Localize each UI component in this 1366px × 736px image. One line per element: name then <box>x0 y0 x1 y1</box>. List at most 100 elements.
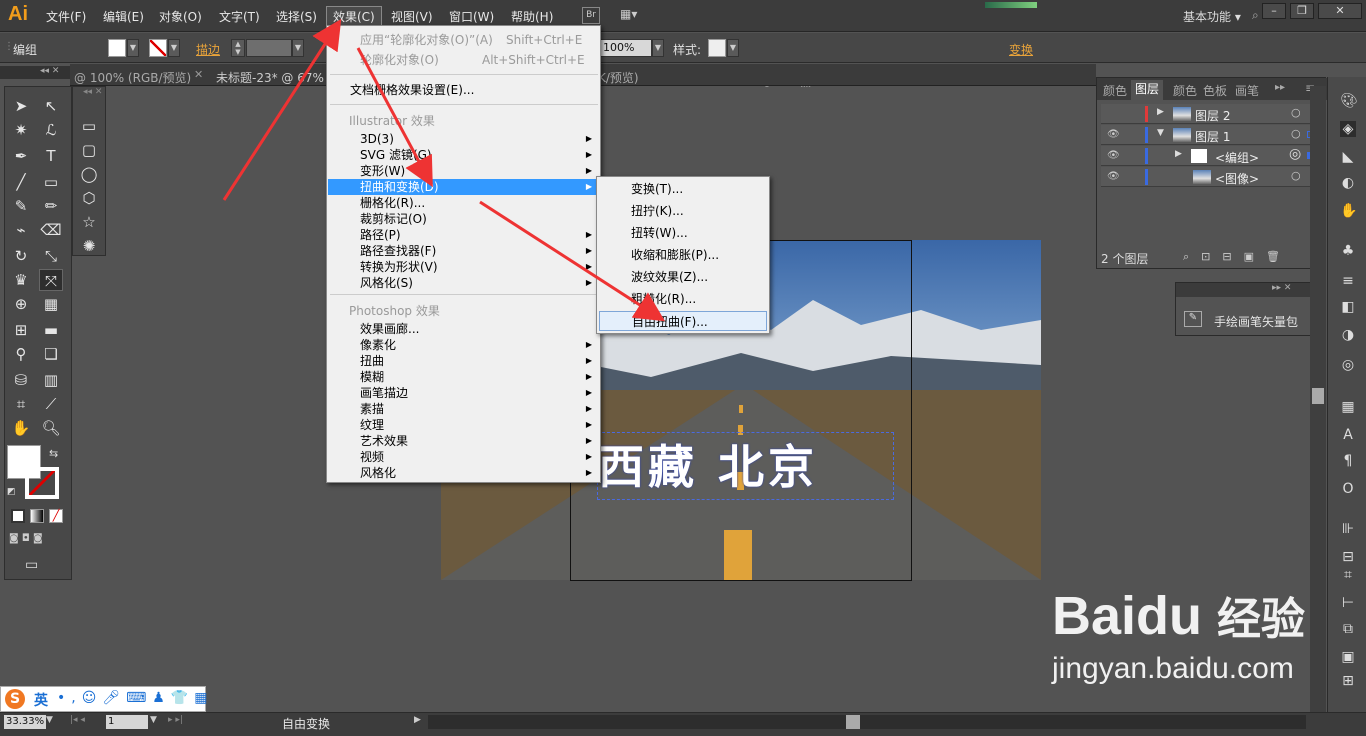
submenu-item-roughen[interactable]: 粗糙化(R)... <box>599 289 767 309</box>
menu-item-convert-to-shape[interactable]: 转换为形状(V) ▶ <box>328 259 600 275</box>
gradient-tool-icon[interactable]: ▬ <box>39 319 63 341</box>
menu-edit[interactable]: 编辑(E) <box>103 8 144 25</box>
zoom-dropdown-icon[interactable]: ▼ <box>46 715 53 725</box>
shape-builder-tool-icon[interactable]: ⊕ <box>9 293 33 315</box>
navigator-dock-icon[interactable]: ▣ <box>1340 649 1356 665</box>
opacity-dropdown-icon[interactable]: ▼ <box>652 39 664 57</box>
swap-colors-icon[interactable]: ⇆ <box>49 447 58 460</box>
menu-item-brush-strokes[interactable]: 画笔描边 ▶ <box>328 385 600 401</box>
group-row[interactable]: 👁︎ ▶ <编组> ◎ <box>1101 146 1323 166</box>
layers-footer-buttons[interactable]: ⌕⊡⊟▣🗑︎ <box>1183 250 1292 264</box>
star-icon[interactable]: ☆ <box>77 211 101 233</box>
direct-selection-tool-icon[interactable]: ↖ <box>39 95 63 117</box>
visibility-eye-icon[interactable]: 👁︎ <box>1107 150 1120 161</box>
menu-effect[interactable]: 效果(C) <box>326 6 382 27</box>
target-selected-icon[interactable]: ◎ <box>1289 146 1301 162</box>
symbols-dock-icon[interactable]: ♣ <box>1340 243 1356 259</box>
tab-swatches[interactable]: 色板 <box>1203 82 1227 99</box>
color-dock-icon[interactable]: ◎ <box>1340 357 1356 373</box>
search-icon[interactable]: ⌕ <box>1252 8 1259 23</box>
menu-file[interactable]: 文件(F) <box>46 8 86 25</box>
paragraph-dock-icon[interactable]: ¶ <box>1340 453 1356 469</box>
column-graph-tool-icon[interactable]: ▥ <box>39 369 63 391</box>
menu-type[interactable]: 文字(T) <box>219 8 260 25</box>
swatches-dock-icon[interactable]: ▦ <box>1340 399 1356 415</box>
menu-item-artistic[interactable]: 艺术效果 ▶ <box>328 433 600 449</box>
menu-item-pixelate[interactable]: 像素化 ▶ <box>328 337 600 353</box>
submenu-item-free-distort[interactable]: 自由扭曲(F)... <box>599 311 767 331</box>
layer-row-1[interactable]: 👁︎ ▼ 图层 1 ○ <box>1101 125 1323 145</box>
submenu-item-pucker[interactable]: 扭拧(K)... <box>599 201 767 221</box>
none-mode-icon[interactable]: ╱ <box>49 509 63 523</box>
bridge-button[interactable]: Br <box>582 7 600 24</box>
stroke-dropdown-icon[interactable]: ▼ <box>168 39 180 57</box>
symbol-sprayer-tool-icon[interactable]: ⛁ <box>9 369 33 391</box>
submenu-item-transform[interactable]: 变换(T)... <box>599 179 767 199</box>
draw-modes-icon[interactable]: ◙ ◘ ◙ <box>9 533 67 547</box>
workspace-switcher[interactable]: 基本功能 ▾ <box>1183 8 1241 25</box>
close-button[interactable]: ✕ <box>1318 3 1362 19</box>
menu-item-warp[interactable]: 变形(W) ▶ <box>328 163 600 179</box>
menu-item-texture[interactable]: 纹理 ▶ <box>328 417 600 433</box>
image-row[interactable]: 👁︎ <图像> ○ <box>1101 167 1323 187</box>
eraser-tool-icon[interactable]: ⌫ <box>39 219 63 241</box>
slice-tool-icon[interactable]: ⟋ <box>39 393 63 415</box>
info-dock-icon[interactable]: ⊞ <box>1340 673 1356 689</box>
default-colors-icon[interactable]: ◩ <box>7 487 16 497</box>
selected-text-group[interactable]: 西藏 北京 <box>597 432 894 500</box>
ellipse-icon[interactable]: ◯ <box>77 163 101 185</box>
ime-tool-icons[interactable]: •,☺🎤︎⌨♟👕▦ <box>57 690 214 706</box>
sogou-logo-icon[interactable]: S <box>5 689 25 709</box>
toolbox-header[interactable]: ◂◂ ✕ <box>0 66 72 79</box>
visibility-eye-icon[interactable]: 👁︎ <box>1107 129 1120 140</box>
menu-item-blur[interactable]: 模糊 ▶ <box>328 369 600 385</box>
transform-dock-icon[interactable]: ⌗ <box>1340 567 1356 583</box>
menu-item-stylize[interactable]: 风格化(S) ▶ <box>328 275 600 291</box>
arrange-documents-icon[interactable]: ▦▾ <box>620 7 648 23</box>
gradient-mode-icon[interactable] <box>30 509 44 523</box>
links-dock-icon[interactable]: ⊢ <box>1340 595 1356 611</box>
magic-wand-tool-icon[interactable]: ✷ <box>9 119 33 141</box>
width-tool-icon[interactable]: ♛ <box>9 269 33 291</box>
type-tool-icon[interactable]: T <box>39 145 63 167</box>
next-artboard-icons[interactable]: ▸ ▸| <box>168 715 183 725</box>
paintbrush-tool-icon[interactable]: ✎ <box>9 195 33 217</box>
line-tool-icon[interactable]: ╱ <box>9 171 33 193</box>
vertical-scroll-thumb[interactable] <box>1312 388 1324 404</box>
tab-color[interactable]: 颜色 <box>1103 82 1127 99</box>
appearance-dock-icon[interactable]: ◑ <box>1340 327 1356 343</box>
ime-lang-toggle[interactable]: 英 <box>34 690 48 710</box>
flare-icon[interactable]: ✺ <box>77 235 101 257</box>
color-guide-icon[interactable]: 🎨︎ <box>1340 93 1358 109</box>
opacity-field[interactable]: 100% <box>600 39 652 57</box>
mesh-tool-icon[interactable]: ⊞ <box>9 319 33 341</box>
menu-item-path[interactable]: 路径(P) ▶ <box>328 227 600 243</box>
menu-item-3d[interactable]: 3D(3) ▶ <box>328 131 600 147</box>
collapse-icon[interactable]: ▼ <box>1157 128 1164 138</box>
restore-button[interactable]: ❐ <box>1290 3 1314 19</box>
menu-item-stylize-ps[interactable]: 风格化 ▶ <box>328 465 600 481</box>
layers-dock-icon[interactable]: ◈ <box>1340 121 1356 137</box>
menu-item-raster-settings[interactable]: 文档栅格效果设置(E)... <box>328 82 600 98</box>
stroke-color-box[interactable] <box>25 467 59 499</box>
expand-icon[interactable]: ▶ <box>1157 107 1164 117</box>
horizontal-scrollbar[interactable] <box>428 715 1306 729</box>
pencil-tool-icon[interactable]: ✏ <box>39 195 63 217</box>
horizontal-scroll-thumb[interactable] <box>846 715 860 729</box>
menu-item-svg-filters[interactable]: SVG 滤镜(G) ▶ <box>328 147 600 163</box>
artboard-number-field[interactable]: 1 <box>106 715 148 729</box>
artboard-dropdown-icon[interactable]: ▼ <box>150 715 157 725</box>
artboards-dock-icon[interactable]: ⧉ <box>1340 621 1356 637</box>
target-icon[interactable]: ○ <box>1291 106 1301 119</box>
brushes-dock-icon[interactable]: ✋ <box>1340 203 1357 219</box>
minimize-button[interactable]: – <box>1262 3 1286 19</box>
opentype-dock-icon[interactable]: O <box>1340 481 1356 497</box>
align-dock-icon[interactable]: ⊪ <box>1340 521 1356 537</box>
expand-icon[interactable]: ▶ <box>1175 149 1182 159</box>
menu-item-pathfinder[interactable]: 路径查找器(F) ▶ <box>328 243 600 259</box>
tab-document-2[interactable]: 未标题-23* @ 67% <box>216 69 324 86</box>
panel-collapse-icon[interactable]: ▸▸ <box>1275 82 1285 93</box>
submenu-item-pucker-bloat[interactable]: 收缩和膨胀(P)... <box>599 245 767 265</box>
zoom-field[interactable]: 33.33% <box>4 715 46 729</box>
submenu-item-zig-zag[interactable]: 波纹效果(Z)... <box>599 267 767 287</box>
